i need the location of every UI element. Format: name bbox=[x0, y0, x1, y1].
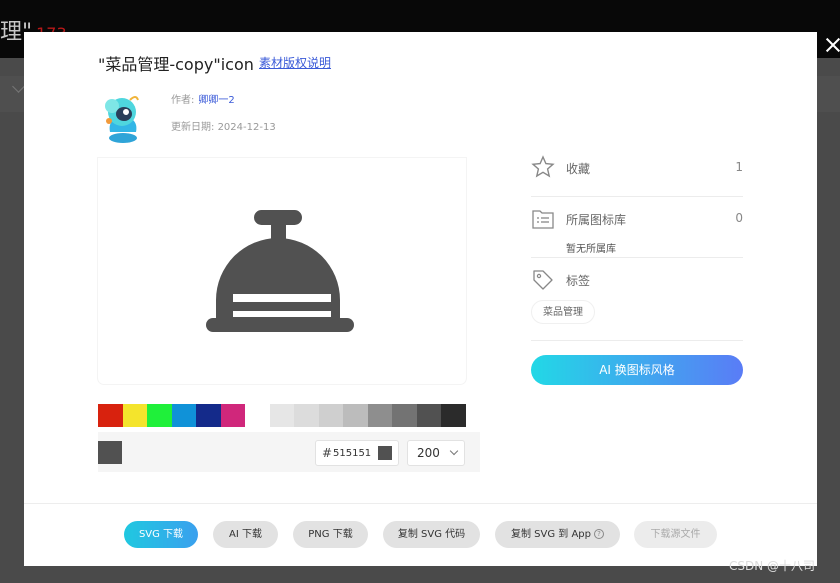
date-value: 2024-12-13 bbox=[217, 122, 276, 133]
footer-divider bbox=[24, 503, 817, 504]
color-size-toolbar: # 515151 200 bbox=[98, 432, 480, 472]
favorite-label: 收藏 bbox=[566, 162, 591, 176]
color-swatch[interactable] bbox=[343, 404, 368, 427]
copy-svg-to-app-label: 复制 SVG 到 App bbox=[510, 529, 591, 540]
library-label: 所属图标库 bbox=[566, 213, 627, 227]
png-download-button[interactable]: PNG 下载 bbox=[293, 521, 368, 548]
size-select[interactable]: 200 bbox=[407, 440, 465, 466]
hex-prefix: # bbox=[322, 446, 333, 460]
color-swatch[interactable] bbox=[367, 404, 393, 427]
icon-title: "菜品管理-copy"icon bbox=[98, 55, 254, 74]
hex-color-chip bbox=[378, 446, 392, 460]
icon-preview bbox=[98, 158, 466, 384]
color-swatch[interactable] bbox=[269, 404, 295, 427]
color-swatch[interactable] bbox=[318, 404, 344, 427]
watermark: CSDN @十八司 bbox=[729, 559, 816, 573]
color-swatch[interactable] bbox=[245, 404, 270, 427]
author-name-link[interactable]: 卿卿一2 bbox=[198, 95, 234, 106]
color-swatch[interactable] bbox=[392, 404, 417, 427]
divider bbox=[531, 196, 743, 197]
copy-svg-code-button[interactable]: 复制 SVG 代码 bbox=[383, 521, 480, 548]
color-swatch[interactable] bbox=[196, 404, 221, 427]
chevron-down-icon bbox=[449, 446, 459, 456]
color-palette bbox=[98, 404, 466, 427]
tag-icon bbox=[533, 270, 553, 290]
download-source-button: 下载源文件 bbox=[634, 521, 717, 548]
library-count: 0 bbox=[735, 211, 743, 225]
author-label: 作者: bbox=[171, 95, 195, 106]
star-icon[interactable] bbox=[531, 155, 555, 179]
size-value: 200 bbox=[417, 446, 440, 460]
color-swatch[interactable] bbox=[220, 404, 246, 427]
info-icon[interactable]: ? bbox=[594, 529, 604, 539]
copy-svg-to-app-button[interactable]: 复制 SVG 到 App? bbox=[495, 521, 620, 548]
author-info: 作者: 卿卿一2 bbox=[171, 91, 235, 106]
close-icon[interactable] bbox=[824, 34, 840, 56]
hex-color-input[interactable]: # 515151 bbox=[315, 440, 399, 466]
current-color-swatch[interactable] bbox=[98, 441, 122, 464]
icon-detail-modal: "菜品管理-copy"icon 素材版权说明 作者: 卿卿一2 更新日期: 202… bbox=[24, 32, 817, 566]
ai-restyle-button[interactable]: AI 换图标风格 bbox=[531, 355, 743, 385]
date-label: 更新日期: bbox=[171, 122, 215, 133]
color-swatch[interactable] bbox=[294, 404, 319, 427]
color-swatch[interactable] bbox=[122, 404, 148, 427]
update-date: 更新日期: 2024-12-13 bbox=[171, 118, 276, 133]
color-swatch[interactable] bbox=[147, 404, 172, 427]
tags-label: 标签 bbox=[566, 274, 591, 288]
tag-chip[interactable]: 菜品管理 bbox=[531, 300, 595, 324]
divider bbox=[531, 340, 743, 341]
divider bbox=[531, 257, 743, 258]
hex-value: 515151 bbox=[333, 448, 372, 459]
folder-list-icon bbox=[532, 210, 554, 229]
color-swatch[interactable] bbox=[171, 404, 197, 427]
color-swatch[interactable] bbox=[98, 404, 123, 427]
avatar bbox=[105, 96, 139, 143]
svg-download-button[interactable]: SVG 下载 bbox=[124, 521, 198, 548]
ai-download-button[interactable]: AI 下载 bbox=[213, 521, 278, 548]
library-none-text: 暂无所属库 bbox=[566, 244, 616, 255]
service-bell-icon bbox=[206, 210, 354, 332]
color-swatch[interactable] bbox=[441, 404, 466, 427]
color-swatch[interactable] bbox=[416, 404, 442, 427]
favorite-count: 1 bbox=[735, 160, 743, 174]
license-link[interactable]: 素材版权说明 bbox=[259, 54, 331, 71]
